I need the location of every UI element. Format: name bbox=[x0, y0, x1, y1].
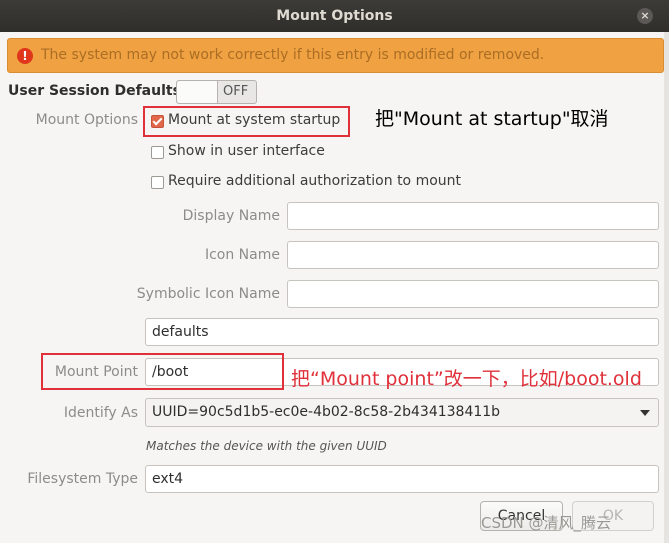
filesystem-type-input[interactable]: ext4 bbox=[145, 465, 659, 493]
annotation-box-startup bbox=[143, 106, 350, 137]
user-session-defaults-toggle[interactable]: OFF bbox=[176, 80, 257, 104]
identify-as-select[interactable]: UUID=90c5d1b5-ec0e-4b02-8c58-2b434138411… bbox=[145, 398, 659, 427]
icon-name-label: Icon Name bbox=[204, 247, 280, 263]
window-edge bbox=[664, 32, 669, 543]
display-name-input[interactable] bbox=[287, 202, 659, 230]
toggle-knob bbox=[177, 81, 218, 103]
warning-text: The system may not work correctly if thi… bbox=[41, 47, 545, 63]
mount-options-label: Mount Options bbox=[35, 112, 138, 128]
warning-icon: ! bbox=[17, 48, 33, 64]
display-name-label: Display Name bbox=[182, 208, 280, 224]
show-in-ui-checkbox[interactable] bbox=[151, 146, 164, 159]
identify-as-value: UUID=90c5d1b5-ec0e-4b02-8c58-2b434138411… bbox=[152, 404, 501, 420]
show-in-ui-label[interactable]: Show in user interface bbox=[168, 143, 325, 159]
user-session-defaults-label: User Session Defaults bbox=[8, 83, 181, 99]
annotation-mount-point-text: 把“Mount point”改一下，比如/boot.old bbox=[291, 368, 642, 390]
warning-bar: ! The system may not work correctly if t… bbox=[7, 38, 664, 73]
icon-name-input[interactable] bbox=[287, 241, 659, 269]
require-auth-label[interactable]: Require additional authorization to moun… bbox=[168, 173, 461, 189]
filesystem-type-label: Filesystem Type bbox=[27, 471, 138, 487]
close-icon[interactable]: × bbox=[637, 8, 653, 24]
toggle-state-text: OFF bbox=[223, 84, 249, 99]
symbolic-icon-name-input[interactable] bbox=[287, 280, 659, 308]
require-auth-checkbox[interactable] bbox=[151, 176, 164, 189]
window-title: Mount Options bbox=[276, 8, 393, 24]
window-titlebar: Mount Options × bbox=[0, 0, 669, 32]
annotation-startup-text: 把"Mount at startup"取消 bbox=[375, 108, 609, 130]
annotation-box-mount-point bbox=[41, 353, 284, 390]
identify-as-hint: Matches the device with the given UUID bbox=[146, 439, 387, 453]
identify-as-label: Identify As bbox=[63, 405, 138, 421]
watermark: CSDN @清风_腾云 bbox=[481, 514, 612, 532]
symbolic-icon-name-label: Symbolic Icon Name bbox=[136, 286, 280, 302]
chevron-down-icon bbox=[640, 410, 650, 416]
mount-options-input[interactable]: defaults bbox=[145, 318, 659, 346]
